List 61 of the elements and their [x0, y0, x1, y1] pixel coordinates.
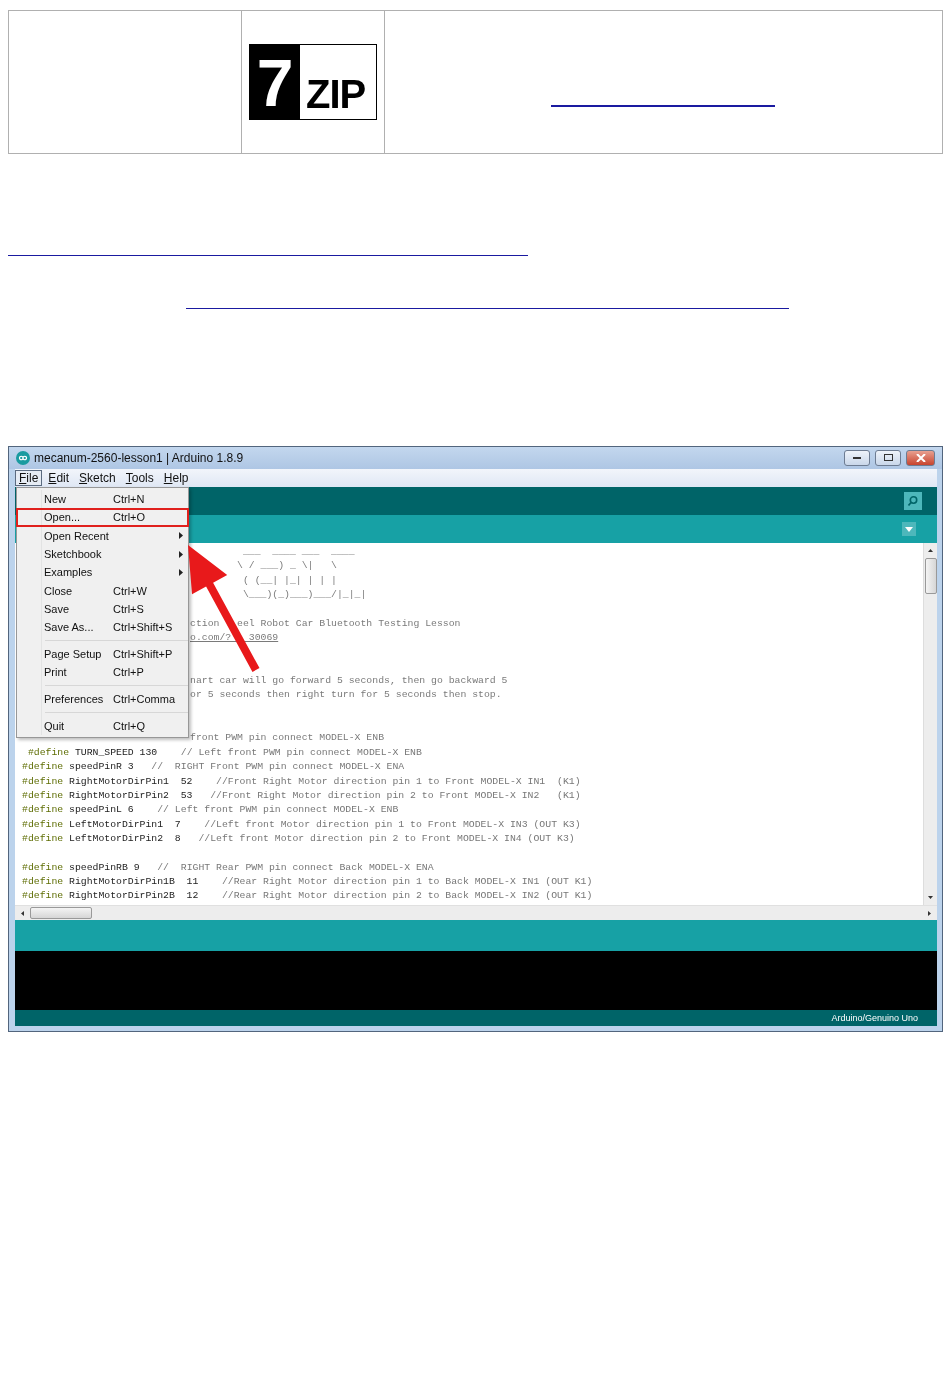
code-line: #define TURN_SPEED 130 // Left front PWM pin connect MODEL-X ENB [26, 745, 422, 760]
vertical-scrollbar[interactable] [923, 543, 937, 905]
board-name: Arduino/Genuino Uno [831, 1013, 918, 1023]
code-line: #define LeftMotorDirPin2 8 //Left front Motor direction pin 2 to Front MODEL-X IN4 (OUT K3) [22, 831, 575, 846]
submenu-arrow-icon [179, 568, 183, 576]
menu-item[interactable]: Print Ctrl+P [16, 663, 189, 682]
minimize-icon [853, 456, 861, 460]
code-line: #define RightMotorDirPin1 52 //Front Right Motor direction pin 1 to Front MODEL-X IN1 (K1) [22, 774, 581, 789]
scrollbar-thumb[interactable] [30, 907, 92, 919]
serial-monitor-button[interactable] [904, 492, 922, 510]
menu-item[interactable]: Quit Ctrl+Q [16, 716, 189, 736]
code-line: #define speedPinRB 9 // RIGHT Rear PWM pin connect Back MODEL-X ENA [22, 860, 434, 875]
caret-left-icon[interactable] [18, 908, 27, 918]
caret-up-icon[interactable] [926, 546, 935, 555]
caret-right-icon[interactable] [925, 908, 934, 918]
menu-item[interactable]: Open... Ctrl+O [16, 508, 189, 527]
menu-item[interactable]: Preferences Ctrl+Comma [16, 690, 189, 709]
caret-down-icon [905, 526, 913, 532]
code-line: front PWM pin connect MODEL-X ENB [190, 731, 384, 746]
code-line: #define RightMotorDirPin1B 11 //Rear Right Motor direction pin 1 to Back MODEL-X IN1 (OUT K1) [22, 874, 593, 889]
close-button[interactable] [906, 449, 935, 466]
close-icon [915, 453, 926, 462]
code-link[interactable]: o.com/? 30069 [190, 631, 279, 646]
caret-down-icon[interactable] [926, 893, 935, 902]
menu-item[interactable]: Examples [16, 563, 189, 582]
menu-item[interactable]: Page Setup Ctrl+Shift+P [16, 645, 189, 664]
code-line: ___ ____ ___ ____ [241, 545, 355, 559]
code-line: nart car will go forward 5 seconds, then go backward 5 [190, 674, 508, 689]
menu-item[interactable]: Save As... Ctrl+Shift+S [16, 618, 189, 637]
submenu-arrow-icon [179, 550, 183, 558]
code-line: \___)(_)___)___/|_|_| [241, 588, 367, 603]
maximize-icon [883, 454, 893, 462]
code-line: #define speedPinR 3 // RIGHT Front PWM pin connect MODEL-X ENA [22, 760, 405, 775]
menu-item[interactable]: Close Ctrl+W [16, 581, 189, 600]
menu-item[interactable]: New Ctrl+N [16, 490, 189, 509]
menu-item[interactable]: Sketchbook [16, 545, 189, 564]
code-line: #define LeftMotorDirPin1 7 //Left front Motor direction pin 1 to Front MODEL-X IN3 (OUT K3) [22, 817, 581, 832]
window-title: mecanum-2560-lesson1 | Arduino 1.8.9 [34, 450, 245, 465]
menu-title[interactable]: Tools [121, 469, 158, 486]
menu-item[interactable]: Save Ctrl+S [16, 599, 189, 619]
code-line: ction eel Robot Car Bluetooth Testing Lesson [190, 616, 461, 631]
code-line: \ / ___) _ \| \ [237, 559, 337, 574]
code-line: #define speedPinL 6 // Left front PWM pin connect MODEL-X ENB [22, 803, 399, 818]
horizontal-scrollbar[interactable] [15, 905, 937, 920]
menu-title[interactable]: Help [159, 469, 193, 486]
minimize-button[interactable] [844, 449, 870, 466]
tab-menu-button[interactable] [902, 522, 916, 536]
code-line: #define RightMotorDirPin2 53 //Front Right Motor direction pin 2 to Front MODEL-X IN2 (K1) [22, 788, 581, 803]
menu-item[interactable]: Open Recent [16, 526, 189, 545]
code-line: #define RightMotorDirPin2B 12 //Rear Right Motor direction pin 2 to Back MODEL-X IN2 (OUT K1) [22, 889, 593, 904]
scrollbar-thumb[interactable] [924, 558, 937, 594]
submenu-arrow-icon [179, 532, 183, 540]
maximize-button[interactable] [875, 449, 901, 466]
search-icon [907, 495, 919, 507]
code-line: ( (__| |_| | | | [241, 573, 337, 588]
menu-title[interactable]: Sketch [75, 469, 120, 486]
menu-title[interactable]: File [15, 469, 43, 486]
menu-title[interactable]: Edit [44, 469, 74, 486]
code-line: or 5 seconds then right turn for 5 seconds then stop. [190, 688, 502, 703]
app-logo-icon [16, 450, 30, 465]
zip-logo: 7 ZIP [249, 44, 377, 120]
